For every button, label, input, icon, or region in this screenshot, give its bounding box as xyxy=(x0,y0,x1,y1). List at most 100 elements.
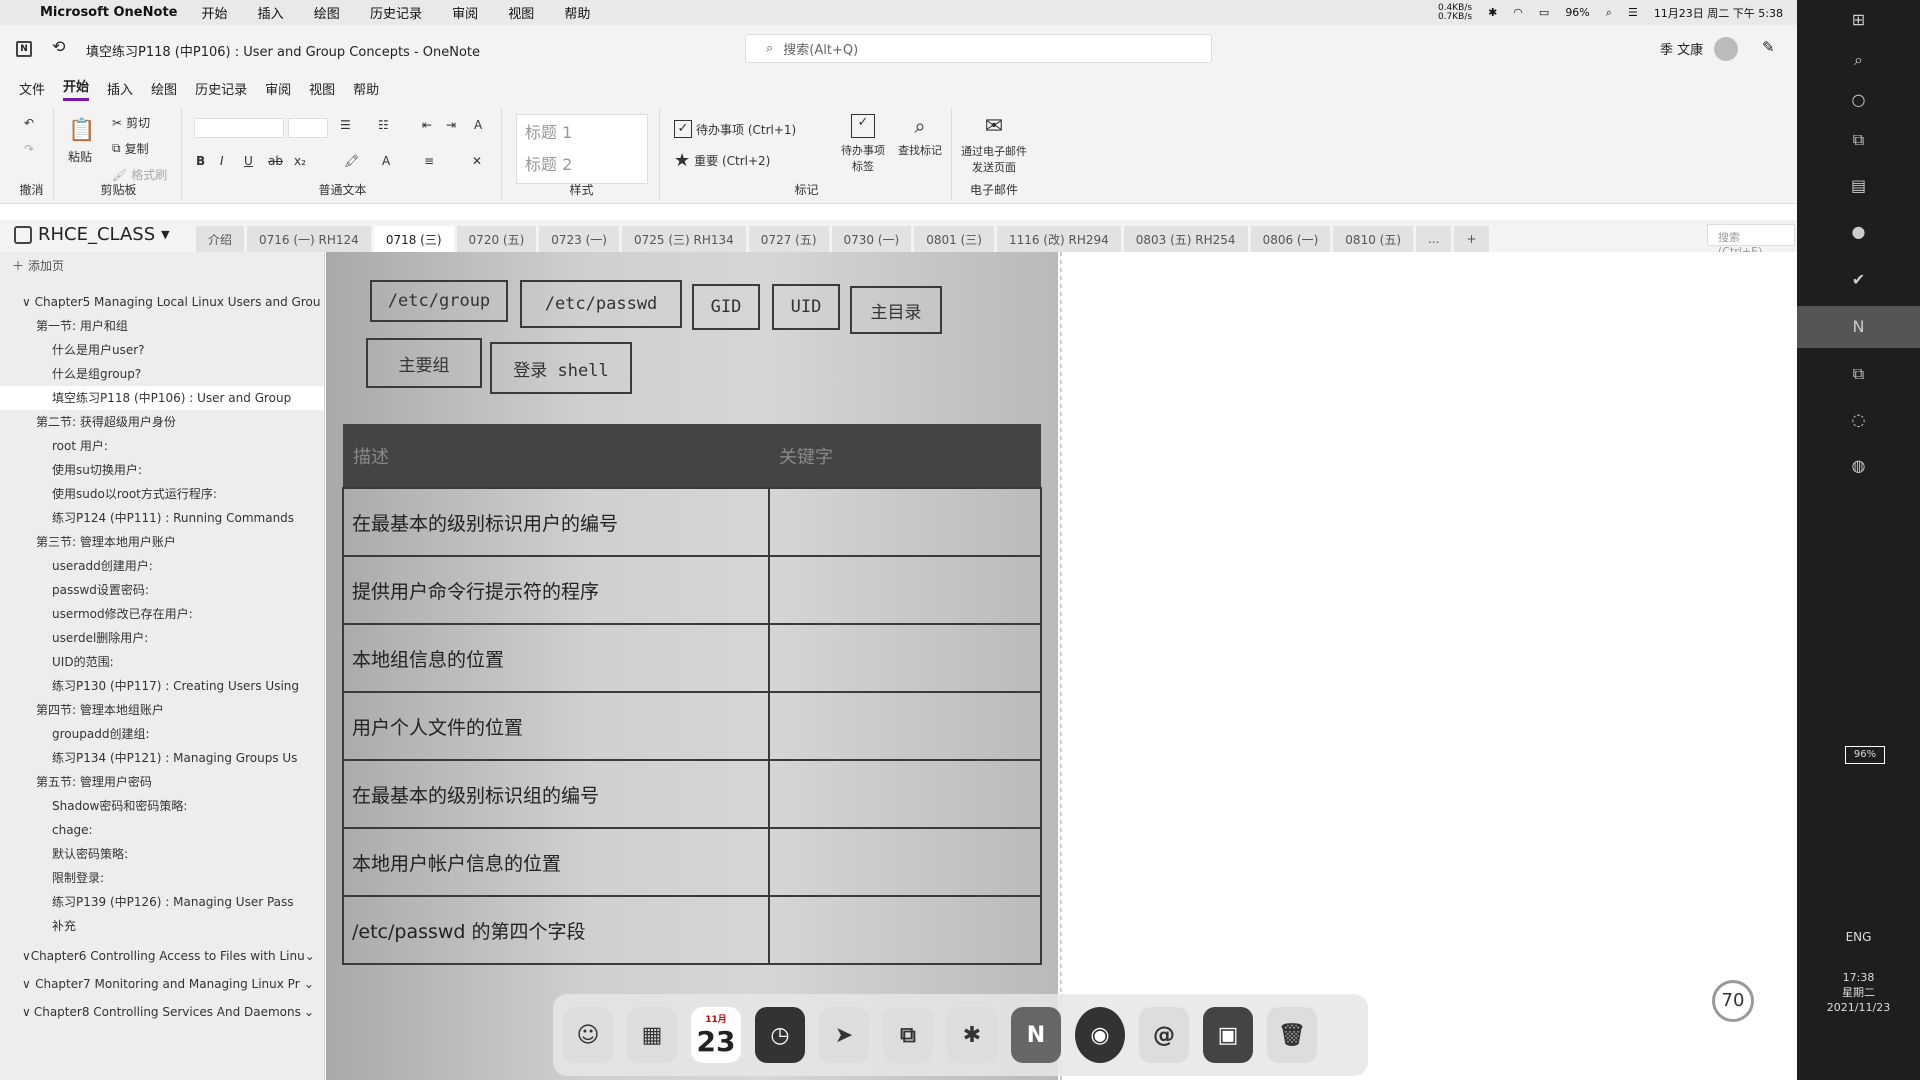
chapter-group[interactable]: ∨ Chapter8 Controlling Services And Daem… xyxy=(0,998,324,1026)
page-item[interactable]: 练习P130 (中P117) : Creating Users Using xyxy=(0,674,324,698)
strikethrough-icon[interactable]: ab xyxy=(268,154,283,168)
font-size-select[interactable] xyxy=(288,118,328,138)
collapse-icon[interactable]: ∨ xyxy=(22,970,31,998)
menu-clock[interactable]: 11月23日 周二 下午 5:38 xyxy=(1654,5,1783,21)
page-item[interactable]: 默认密码策略: xyxy=(0,842,324,866)
paste-button[interactable]: 粘贴 xyxy=(68,148,92,165)
bold-icon[interactable]: B xyxy=(196,154,205,168)
subscript-icon[interactable]: x₂ xyxy=(294,154,306,168)
calendar-icon[interactable]: 11月 23 xyxy=(691,1007,741,1063)
user-name[interactable]: 季 文康 xyxy=(1660,39,1703,58)
email-page-button[interactable]: ✉ 通过电子邮件发送页面 xyxy=(960,114,1028,175)
style-heading2[interactable]: 标题 2 xyxy=(517,147,647,179)
page-item[interactable]: 第四节: 管理本地组账户 xyxy=(0,698,324,722)
chevron-down-icon[interactable]: ⌄ xyxy=(305,942,315,970)
copy-button[interactable]: ⧉ 复制 xyxy=(112,140,149,157)
chapter-group[interactable]: ∨ Chapter6 Controlling Access to Files w… xyxy=(0,942,324,970)
clock-icon[interactable]: ◷ xyxy=(755,1007,805,1063)
control-center-icon[interactable]: ☰ xyxy=(1628,6,1638,19)
font-color-icon[interactable]: A xyxy=(382,154,390,168)
battery-indicator[interactable]: 96% xyxy=(1845,746,1885,764)
page-item[interactable]: 使用su切换用户: xyxy=(0,458,324,482)
bullets-icon[interactable]: ☰ xyxy=(340,118,351,132)
display-icon[interactable]: ▭ xyxy=(1539,6,1549,19)
wifi-icon[interactable]: ◠ xyxy=(1513,6,1523,19)
page-item[interactable]: useradd创建用户: xyxy=(0,554,324,578)
section-tab[interactable]: + xyxy=(1454,226,1489,252)
section-tab[interactable]: 0803 (五) RH254 xyxy=(1123,226,1248,252)
page-canvas[interactable]: /etc/group /etc/passwd GID UID 主目录 主要组 登… xyxy=(326,252,1797,1080)
undo-icon[interactable]: ↶ xyxy=(24,116,34,130)
page-item[interactable]: chage: xyxy=(0,818,324,842)
mac-menu-item[interactable]: 绘图 xyxy=(314,7,340,22)
page-item[interactable]: 什么是组group? xyxy=(0,362,324,386)
section-search[interactable]: 搜索(Ctrl+E) xyxy=(1707,224,1795,258)
section-tab[interactable]: 0720 (五) xyxy=(456,226,537,252)
page-item[interactable]: 使用sudo以root方式运行程序: xyxy=(0,482,324,506)
section-tab[interactable]: 0730 (一) xyxy=(831,226,912,252)
page-item[interactable]: 第五节: 管理用户密码 xyxy=(0,770,324,794)
app-name[interactable]: Microsoft OneNote xyxy=(40,5,177,20)
page-item[interactable]: ∨ Chapter5 Managing Local Linux Users an… xyxy=(0,290,324,314)
chevron-down-icon[interactable]: ⌄ xyxy=(304,998,314,1026)
spiral-icon[interactable]: @ xyxy=(1139,1007,1189,1063)
input-language[interactable]: ENG xyxy=(1797,930,1920,944)
page-item[interactable]: 填空练习P118 (中P106) : User and Group xyxy=(0,386,324,410)
page-item[interactable]: 练习P139 (中P126) : Managing User Pass xyxy=(0,890,324,914)
todo-tag-item[interactable]: ✓ 待办事项 (Ctrl+1) xyxy=(674,120,796,138)
tab-review[interactable]: 审阅 xyxy=(265,79,291,98)
avatar[interactable] xyxy=(1714,37,1738,61)
fire-icon[interactable]: ● xyxy=(1797,222,1920,241)
clear-format-icon[interactable]: A xyxy=(474,118,482,132)
notebook-selector[interactable]: RHCE_CLASS ▼ xyxy=(14,224,170,245)
windows-start-icon[interactable]: ⊞ xyxy=(1797,10,1920,29)
page-item[interactable]: 练习P134 (中P121) : Managing Groups Us xyxy=(0,746,324,770)
mac-menu-item[interactable]: 审阅 xyxy=(452,7,478,22)
page-item[interactable]: 补充 xyxy=(0,914,324,938)
onenote-icon[interactable]: N xyxy=(1011,1007,1061,1063)
tab-help[interactable]: 帮助 xyxy=(353,79,379,98)
todo-tag-button[interactable]: ✓ 待办事项标签 xyxy=(838,114,888,174)
task-view-icon[interactable]: ⧉ xyxy=(1797,130,1920,150)
outdent-icon[interactable]: ⇤ xyxy=(422,118,432,132)
app-icon[interactable]: ◌ xyxy=(1797,410,1920,429)
italic-icon[interactable]: I xyxy=(220,154,224,168)
underline-icon[interactable]: U xyxy=(244,154,253,168)
section-tab[interactable]: 0801 (三) xyxy=(914,226,994,252)
mac-menu-item[interactable]: 插入 xyxy=(258,7,284,22)
tab-history[interactable]: 历史记录 xyxy=(195,79,247,98)
mac-menu-item[interactable]: 历史记录 xyxy=(370,7,422,22)
clipboard-icon[interactable]: 📋 xyxy=(68,118,95,143)
app-icon[interactable]: ▤ xyxy=(1797,176,1920,195)
page-item[interactable]: UID的范围: xyxy=(0,650,324,674)
section-tab[interactable]: 0725 (三) RH134 xyxy=(621,226,746,252)
tab-home[interactable]: 开始 xyxy=(63,76,90,101)
search-icon[interactable]: ⌕ xyxy=(1797,50,1920,70)
mac-menu-item[interactable]: 帮助 xyxy=(564,7,590,22)
onenote-taskbar-icon[interactable]: N xyxy=(1797,306,1920,348)
indent-icon[interactable]: ⇥ xyxy=(446,118,456,132)
back-arrow-icon[interactable]: ⟲ xyxy=(52,37,65,56)
chapter-group[interactable]: ∨ Chapter7 Monitoring and Managing Linux… xyxy=(0,970,324,998)
page-item[interactable]: usermod修改已存在用户: xyxy=(0,602,324,626)
tab-insert[interactable]: 插入 xyxy=(107,79,133,98)
battery-percent[interactable]: 96% xyxy=(1565,6,1589,19)
font-family-select[interactable] xyxy=(194,118,284,138)
page-item[interactable]: 第三节: 管理本地用户账户 xyxy=(0,530,324,554)
page-item[interactable]: 什么是用户user? xyxy=(0,338,324,362)
page-item[interactable]: 第一节: 用户和组 xyxy=(0,314,324,338)
app-icon[interactable]: ⧉ xyxy=(1797,364,1920,384)
mac-menu-item[interactable]: 开始 xyxy=(201,7,227,22)
section-tab[interactable]: ... xyxy=(1416,226,1452,252)
section-tab[interactable]: 0810 (五) xyxy=(1333,226,1414,252)
cortana-icon[interactable]: ○ xyxy=(1797,90,1920,109)
page-item[interactable]: Shadow密码和密码策略: xyxy=(0,794,324,818)
numbering-icon[interactable]: ☷ xyxy=(378,118,389,132)
page-item[interactable]: 第二节: 获得超级用户身份 xyxy=(0,410,324,434)
section-tab[interactable]: 0718 (三) xyxy=(373,226,454,252)
delete-icon[interactable]: ✕ xyxy=(472,154,482,168)
page-item[interactable]: 练习P124 (中P111) : Running Commands xyxy=(0,506,324,530)
collapse-icon[interactable]: ∨ xyxy=(22,942,31,970)
tab-file[interactable]: 文件 xyxy=(19,79,45,98)
add-page-button[interactable]: ＋ 添加页 xyxy=(0,252,324,278)
